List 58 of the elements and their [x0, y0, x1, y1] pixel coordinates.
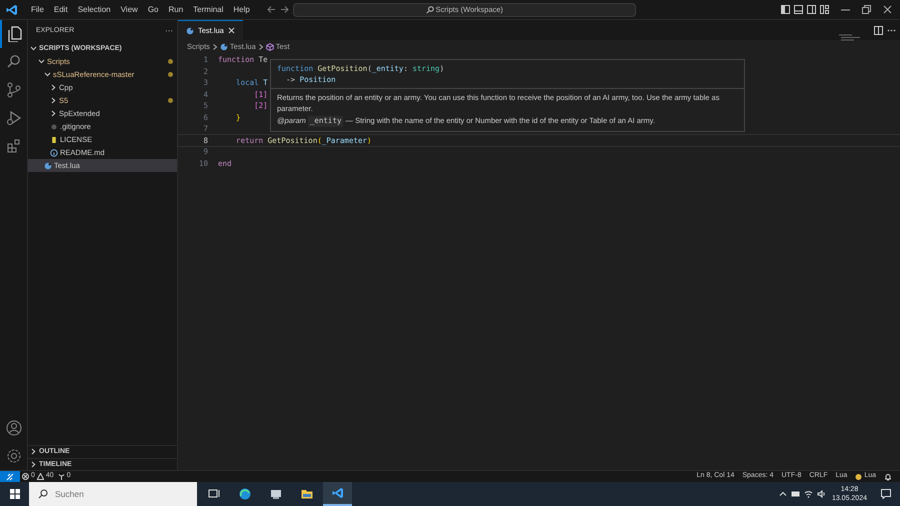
run-debug-icon[interactable] [6, 110, 22, 126]
menu-item[interactable]: Selection [72, 4, 116, 16]
search-icon [38, 489, 48, 499]
customize-layout-icon[interactable] [820, 5, 829, 14]
chevron-right-icon [258, 44, 264, 50]
info-file-icon [50, 148, 58, 156]
files-icon[interactable] [7, 26, 23, 42]
notifications-icon[interactable] [884, 472, 892, 480]
split-editor-icon[interactable] [874, 26, 883, 34]
vscode-logo-icon [332, 487, 344, 499]
close-icon[interactable] [228, 27, 235, 34]
chevron-up-icon[interactable] [778, 490, 787, 498]
license-file-icon [50, 136, 58, 144]
windows-logo-icon [10, 489, 20, 499]
menu-item[interactable]: File [26, 4, 49, 16]
browser-icon [238, 488, 250, 500]
menu-item[interactable]: Run [163, 4, 188, 16]
speaker-icon[interactable] [816, 490, 826, 498]
warning-icon [36, 473, 44, 480]
battery-icon[interactable] [790, 490, 800, 498]
wifi-icon[interactable] [804, 490, 813, 498]
vscode-logo-icon [6, 4, 18, 16]
menu-item[interactable]: Go [142, 4, 164, 16]
menu-item[interactable]: Edit [48, 4, 73, 16]
close-icon[interactable] [883, 5, 892, 14]
notification-center-icon[interactable] [880, 489, 890, 499]
toggle-sidebar-icon[interactable] [781, 5, 790, 14]
extensions-icon[interactable] [6, 138, 22, 154]
account-icon[interactable] [6, 420, 22, 436]
back-arrow-icon[interactable] [266, 5, 276, 14]
taskbar-search-field[interactable]: Suchen [29, 482, 197, 506]
remote-icon [6, 472, 14, 480]
taskbar-app-button[interactable] [323, 482, 352, 506]
toggle-panel-icon[interactable] [794, 5, 803, 14]
menu-item[interactable]: View [116, 4, 143, 16]
toggle-secondary-sidebar-icon[interactable] [807, 5, 816, 14]
moon-file-icon [220, 43, 228, 51]
chevron-right-icon [212, 44, 218, 50]
restore-icon[interactable] [862, 5, 871, 14]
computer-icon [270, 488, 282, 500]
more-actions-button[interactable]: ··· [165, 25, 173, 37]
error-icon [22, 473, 29, 480]
forward-arrow-icon[interactable] [280, 5, 289, 14]
task-view-icon [208, 488, 220, 500]
menu-item[interactable]: Terminal [188, 4, 228, 16]
remote-button[interactable] [0, 470, 20, 482]
search-icon[interactable] [6, 54, 22, 70]
search-icon [426, 6, 434, 14]
moon-file-icon [186, 26, 194, 34]
folder-icon [300, 488, 312, 500]
antenna-icon [58, 473, 65, 480]
source-control-icon[interactable] [6, 82, 22, 98]
moon-file-icon [44, 162, 52, 170]
file-dot-icon [50, 122, 58, 130]
menu-item[interactable]: Help [228, 4, 255, 16]
minimap-drawing [838, 34, 862, 42]
cube-icon [266, 43, 274, 51]
settings-icon[interactable] [6, 448, 22, 464]
